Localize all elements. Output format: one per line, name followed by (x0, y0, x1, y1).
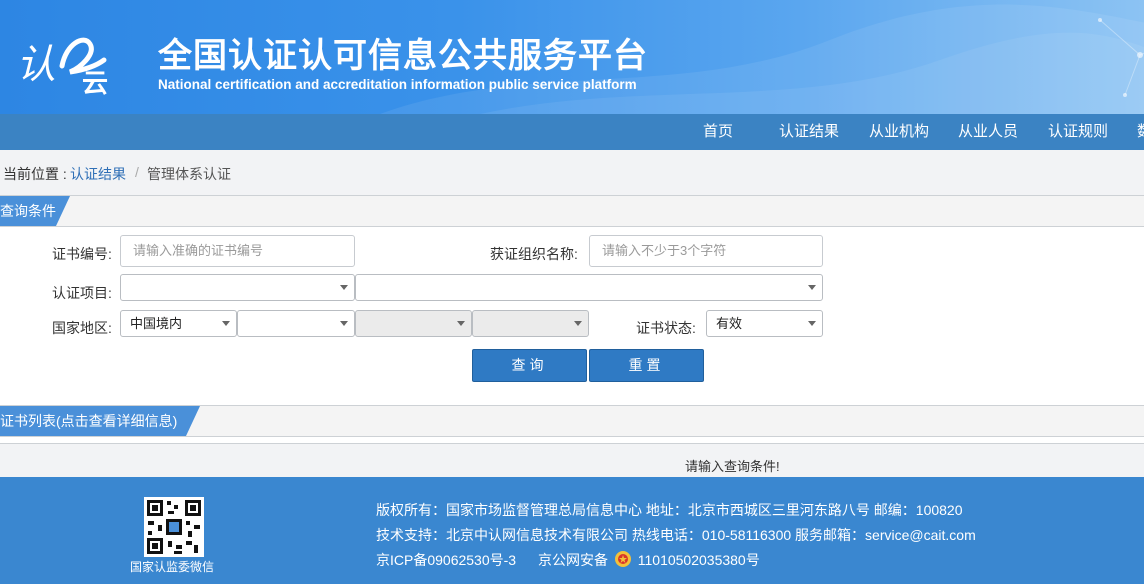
chevron-down-icon (808, 321, 816, 326)
query-section-header: 查询条件 (0, 195, 1144, 227)
nav-item-cert-rules[interactable]: 认证规则 (1048, 114, 1108, 150)
query-section-title: 查询条件 (0, 196, 70, 226)
breadcrumb-separator: / (135, 164, 139, 180)
footer-copyright-line: 版权所有：国家市场监督管理总局信息中心 地址：北京市西城区三里河东路八号 邮编：… (376, 502, 963, 518)
region-label: 国家地区: (52, 320, 112, 336)
footer-icp-line: 京ICP备09062530号-3 京公网安备 11010502035380号 (376, 550, 760, 570)
nav-item-cert-results[interactable]: 认证结果 (779, 114, 839, 150)
cert-list-section-header: 证书列表(点击查看详细信息) (0, 405, 1144, 437)
region-select-country[interactable]: 中国境内 (120, 310, 237, 337)
reset-button[interactable]: 重置 (589, 349, 704, 382)
police-record-label: 京公网安备 (537, 552, 608, 568)
result-message: 请输入查询条件! (685, 459, 780, 474)
footer-support-line: 技术支持：北京中认网信息技术有限公司 热线电话：010-58116300 服务邮… (376, 527, 976, 543)
site-header: 认 云 全国认证认可信息公共服务平台 National certificatio… (0, 0, 1144, 114)
chevron-down-icon (808, 285, 816, 290)
svg-text:云: 云 (82, 69, 108, 96)
chevron-down-icon (457, 321, 465, 326)
breadcrumb: 当前位置 : 认证结果 / 管理体系认证 (0, 150, 1144, 196)
project-select-item[interactable] (355, 274, 823, 301)
qr-code-icon (144, 497, 204, 557)
logo-icon: 认 云 (16, 37, 108, 99)
icp-number[interactable]: 京ICP备09062530号-3 (376, 552, 516, 568)
status-select-value: 有效 (716, 316, 743, 331)
nav-item-home[interactable]: 首页 (703, 114, 733, 150)
svg-text:认: 认 (16, 42, 56, 88)
chevron-down-icon (574, 321, 582, 326)
breadcrumb-link-cert-results[interactable]: 认证结果 (70, 164, 126, 184)
site-subtitle: National certification and accreditation… (158, 77, 637, 92)
police-record-number[interactable]: 11010502035380号 (638, 552, 760, 568)
breadcrumb-current: 管理体系认证 (147, 166, 231, 182)
cert-no-input[interactable]: 请输入准确的证书编号 (120, 235, 355, 267)
site-title: 全国认证认可信息公共服务平台 (158, 37, 648, 75)
site-logo[interactable]: 认 云 (14, 26, 124, 99)
qr-label: 国家认监委微信 (130, 560, 215, 574)
org-name-input[interactable]: 请输入不少于3个字符 (589, 235, 823, 267)
search-button[interactable]: 查询 (472, 349, 587, 382)
region-select-district[interactable] (472, 310, 589, 337)
status-select[interactable]: 有效 (706, 310, 823, 337)
nav-item-data[interactable]: 数 (1137, 114, 1144, 150)
site-footer: 国家认监委微信 版权所有：国家市场监督管理总局信息中心 地址：北京市西城区三里河… (0, 477, 1144, 584)
breadcrumb-prefix: 当前位置 : (3, 166, 67, 182)
cert-list-section-title: 证书列表(点击查看详细信息) (0, 406, 200, 436)
region-select-city[interactable] (355, 310, 472, 337)
police-badge-icon (614, 551, 631, 567)
region-select-province[interactable] (237, 310, 355, 337)
project-select-category[interactable] (120, 274, 355, 301)
main-nav: 首页 认证结果 从业机构 从业人员 认证规则 数 (0, 114, 1144, 150)
nav-item-personnel[interactable]: 从业人员 (958, 114, 1018, 150)
chevron-down-icon (340, 285, 348, 290)
result-area: 请输入查询条件! (0, 443, 1144, 478)
project-label: 认证项目: (52, 285, 112, 301)
org-name-label: 获证组织名称: (490, 246, 578, 262)
chevron-down-icon (340, 321, 348, 326)
status-label: 证书状态: (636, 320, 696, 336)
cert-no-label: 证书编号: (52, 246, 112, 262)
wechat-qr-code (144, 497, 204, 557)
chevron-down-icon (222, 321, 230, 326)
nav-item-institutions[interactable]: 从业机构 (869, 114, 929, 150)
region-select-country-value: 中国境内 (130, 316, 183, 331)
